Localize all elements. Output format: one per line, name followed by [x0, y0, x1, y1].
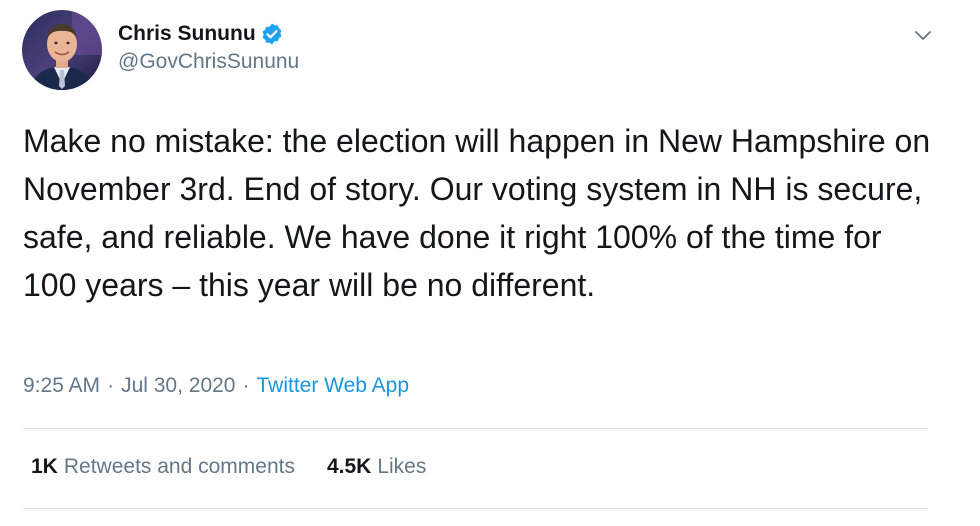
- tweet-text: Make no mistake: the election will happe…: [23, 123, 931, 303]
- verified-badge-icon: [260, 22, 284, 46]
- display-name-row: Chris Sununu: [118, 20, 299, 48]
- likes-label: Likes: [377, 455, 427, 478]
- tweet-meta: 9:25 AM · Jul 30, 2020 · Twitter Web App: [23, 374, 409, 398]
- tweet-date[interactable]: Jul 30, 2020: [121, 374, 235, 398]
- tweet-header: Chris Sununu @GovChrisSununu: [22, 10, 940, 90]
- display-name[interactable]: Chris Sununu: [118, 22, 256, 46]
- author-names: Chris Sununu @GovChrisSununu: [118, 20, 299, 74]
- retweets-label: Retweets and comments: [63, 455, 295, 478]
- author-handle[interactable]: @GovChrisSununu: [118, 50, 299, 74]
- retweets-stat[interactable]: 1K Retweets and comments: [31, 455, 295, 479]
- avatar-image: [22, 10, 102, 90]
- divider: [23, 428, 928, 429]
- tweet-stats: 1K Retweets and comments 4.5K Likes: [31, 455, 426, 479]
- tweet-time[interactable]: 9:25 AM: [23, 374, 100, 398]
- likes-count: 4.5K: [326, 455, 372, 478]
- meta-separator: ·: [107, 374, 115, 397]
- chevron-down-icon[interactable]: [912, 24, 934, 46]
- avatar[interactable]: [22, 10, 102, 90]
- divider: [23, 508, 928, 509]
- meta-separator: ·: [242, 374, 250, 397]
- tweet-card: Chris Sununu @GovChrisSununu Make no mis…: [0, 0, 980, 526]
- likes-stat[interactable]: 4.5K Likes: [327, 455, 426, 479]
- tweet-source-link[interactable]: Twitter Web App: [257, 374, 410, 398]
- retweets-count: 1K: [31, 455, 58, 478]
